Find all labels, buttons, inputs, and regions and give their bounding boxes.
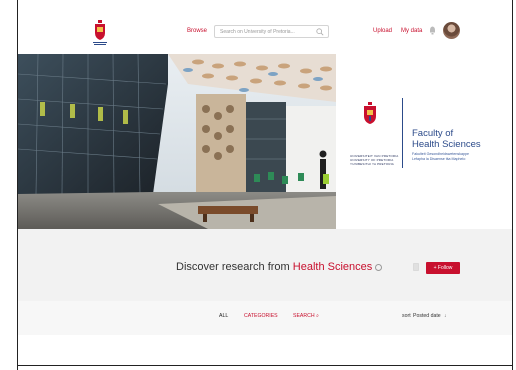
sort-dropdown[interactable]: Posted date: [413, 313, 441, 319]
up-crest-icon[interactable]: [93, 20, 107, 46]
tabs-bar: ALL CATEGORIES SEARCH ⌕ sort Posted date…: [18, 301, 512, 335]
bookmark-icon[interactable]: [413, 263, 419, 271]
discover-prefix: Discover research from: [176, 261, 293, 273]
faculty-brand-panel: UNIVERSITEIT VAN PRETORIA UNIVERSITY OF …: [336, 54, 512, 229]
follow-button[interactable]: + Follow: [426, 262, 460, 274]
sort-direction-icon[interactable]: ↓: [444, 313, 447, 319]
bell-icon[interactable]: [429, 26, 436, 35]
my-data-link[interactable]: My data: [401, 28, 422, 34]
discover-heading: Discover research from Health Sciences: [176, 261, 383, 273]
faculty-subtitle-line-2: Lefapha la Disaense tša Maphelo: [412, 157, 466, 161]
building-photo: [18, 54, 336, 229]
browse-link[interactable]: Browse: [187, 28, 207, 34]
university-crest-icon: [364, 102, 376, 124]
university-name-lines: UNIVERSITEIT VAN PRETORIA UNIVERSITY OF …: [350, 154, 400, 166]
sort-label: sort: [402, 313, 411, 319]
upload-link[interactable]: Upload: [373, 28, 392, 34]
user-avatar[interactable]: [443, 22, 460, 39]
faculty-subtitle: Fakulteit Gesondheidswetenskappe Lefapha…: [412, 152, 508, 162]
search-icon[interactable]: [316, 28, 324, 36]
university-line-3: YUNIBESITHI YA PRETORIA: [350, 162, 394, 166]
page-frame: Browse Search on University of Pretoria.…: [17, 0, 513, 370]
tab-all[interactable]: ALL: [219, 313, 228, 319]
discover-highlight[interactable]: Health Sciences: [293, 261, 373, 273]
search-placeholder: Search on University of Pretoria...: [220, 29, 295, 35]
faculty-title: Faculty of Health Sciences: [412, 128, 502, 150]
tab-search-label: SEARCH: [293, 313, 315, 319]
frame-divider: [18, 365, 512, 366]
top-navbar: Browse Search on University of Pretoria.…: [18, 0, 512, 54]
search-icon: ⌕: [316, 313, 319, 319]
banner-photo: [18, 54, 336, 229]
brand-divider: [402, 98, 403, 168]
tab-categories[interactable]: CATEGORIES: [244, 313, 278, 319]
search-input[interactable]: Search on University of Pretoria...: [214, 25, 329, 38]
tab-search[interactable]: SEARCH ⌕: [293, 313, 319, 320]
info-icon[interactable]: [375, 263, 383, 271]
faculty-title-line-1: Faculty of: [412, 128, 454, 139]
faculty-title-line-2: Health Sciences: [412, 139, 481, 150]
discover-band: Discover research from Health Sciences +…: [18, 229, 512, 301]
